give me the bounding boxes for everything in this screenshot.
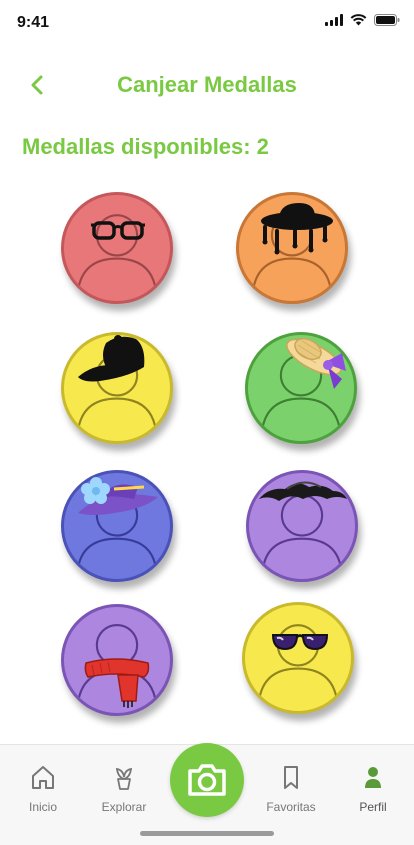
glasses-icon [91,221,145,240]
available-count: 2 [256,134,269,159]
page-title: Canjear Medallas [117,72,297,97]
nav-perfil-label: Perfil [359,800,387,814]
plant-icon [115,767,133,790]
nav-explorar-label: Explorar [101,800,147,814]
wifi-icon [350,14,367,26]
medal-straw-hat[interactable] [245,332,357,444]
camera-icon [188,764,226,796]
status-time: 9:41 [17,14,50,31]
bottom-nav: Inicio Explorar Favoritas Perfil [0,743,414,845]
nav-favoritas-label: Favoritas [266,800,316,814]
straw-hat-icon [286,337,346,389]
avatar-outline-icon [258,624,338,697]
nav-perfil[interactable]: Perfil [338,763,408,814]
medal-flower-hat[interactable] [61,470,173,582]
home-indicator [140,831,274,836]
medal-cap[interactable] [61,332,173,444]
flower-hat-icon [78,477,158,515]
witch-hat-icon [259,481,347,501]
medal-witch-hat[interactable] [246,470,358,582]
home-icon [32,766,54,789]
battery-icon [374,14,400,26]
medal-sunglasses[interactable] [242,602,354,714]
status-icons [325,14,400,26]
camera-button[interactable] [170,743,244,817]
scarf-icon [84,658,150,708]
nav-favoritas[interactable]: Favoritas [256,763,326,814]
medal-black-hat[interactable] [236,192,348,304]
sunglasses-icon [271,634,329,651]
signal-icon [325,14,343,26]
medal-red-scarf[interactable] [61,604,173,716]
available-medals: Medallas disponibles: 2 [22,134,275,160]
user-icon [365,767,381,788]
available-label: Medallas disponibles: [22,134,251,159]
cap-icon [78,335,145,382]
header: Canjear Medallas [0,60,414,110]
nav-explorar[interactable]: Explorar [89,763,159,814]
status-bar: 9:41 [0,0,414,44]
black-hat-icon [261,203,333,255]
nav-inicio-label: Inicio [28,800,57,814]
medal-glasses[interactable] [61,192,173,304]
nav-inicio[interactable]: Inicio [8,763,78,814]
avatar-outline-icon [77,214,157,287]
bookmark-icon [284,766,298,789]
